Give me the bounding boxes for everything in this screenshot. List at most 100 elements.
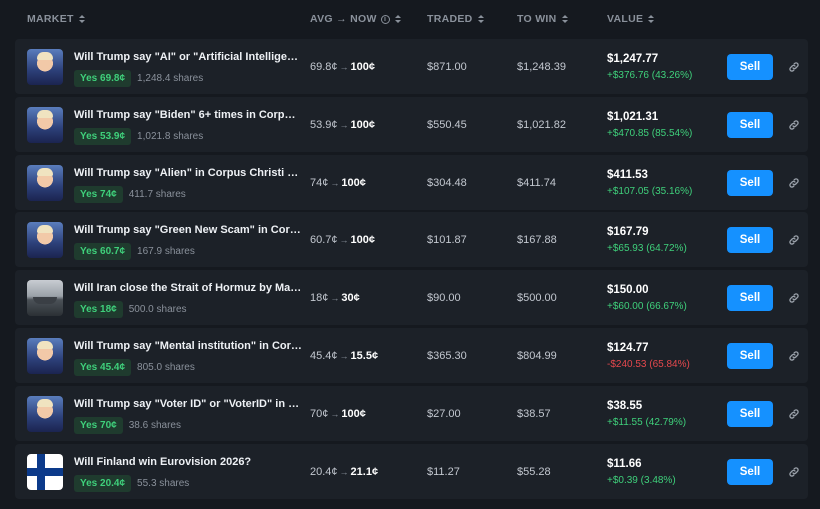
arrow-right-icon: → xyxy=(330,409,340,419)
sell-button[interactable]: Sell xyxy=(727,227,773,253)
share-link-icon[interactable] xyxy=(788,408,800,420)
sell-button[interactable]: Sell xyxy=(727,170,773,196)
avg-price: 70¢ xyxy=(310,408,329,420)
position-row[interactable]: Will Trump say "AI" or "Artificial Intel… xyxy=(15,39,808,94)
position-row[interactable]: Will Finland win Eurovision 2026? Yes 20… xyxy=(15,444,808,499)
market-title[interactable]: Will Trump say "Green New Scam" in Corpu… xyxy=(74,224,302,236)
sell-button[interactable]: Sell xyxy=(727,112,773,138)
share-link-icon[interactable] xyxy=(788,61,800,73)
traded-amount: $101.87 xyxy=(427,234,467,246)
position-row[interactable]: Will Trump say "Alien" in Corpus Christi… xyxy=(15,155,808,210)
avg-price: 45.4¢ xyxy=(310,350,338,362)
sort-icon[interactable] xyxy=(561,14,569,24)
arrow-right-icon: → xyxy=(339,467,349,477)
traded-amount: $871.00 xyxy=(427,61,467,73)
share-link-icon[interactable] xyxy=(788,119,800,131)
position-value: $1,247.77 xyxy=(607,53,659,65)
market-column-header[interactable]: MARKET xyxy=(27,13,86,25)
to-win-amount: $411.74 xyxy=(517,177,556,189)
profit-loss: +$470.85 (85.54%) xyxy=(607,128,693,139)
sell-button[interactable]: Sell xyxy=(727,54,773,80)
position-info: Yes 70¢ 38.6 shares xyxy=(74,417,181,434)
to-win-amount: $38.57 xyxy=(517,408,551,420)
market-title[interactable]: Will Trump say "Biden" 6+ times in Corpu… xyxy=(74,109,302,121)
position-value: $411.53 xyxy=(607,169,648,181)
to-win-amount: $804.99 xyxy=(517,350,557,362)
share-link-icon[interactable] xyxy=(788,350,800,362)
sell-button[interactable]: Sell xyxy=(727,343,773,369)
market-thumbnail xyxy=(27,280,63,316)
position-value: $1,021.31 xyxy=(607,111,659,123)
avg-price: 74¢ xyxy=(310,177,329,189)
to-win-amount: $1,248.39 xyxy=(517,61,566,73)
market-title[interactable]: Will Finland win Eurovision 2026? xyxy=(74,456,302,468)
position-row[interactable]: Will Trump say "Voter ID" or "VoterID" i… xyxy=(15,386,808,441)
traded-column-header[interactable]: TRADED xyxy=(427,13,485,25)
outcome-badge: Yes 70¢ xyxy=(74,417,123,434)
avg-price: 53.9¢ xyxy=(310,119,338,131)
avg-now-price: 53.9¢ → 100¢ xyxy=(310,119,375,131)
outcome-badge: Yes 69.8¢ xyxy=(74,70,132,87)
avg-now-price: 60.7¢ → 100¢ xyxy=(310,234,375,246)
position-info: Yes 74¢ 411.7 shares xyxy=(74,186,186,203)
avg-now-price: 70¢ → 100¢ xyxy=(310,408,366,420)
sell-button[interactable]: Sell xyxy=(727,459,773,485)
outcome-badge: Yes 18¢ xyxy=(74,301,123,318)
info-icon[interactable]: i xyxy=(380,14,390,24)
position-value: $167.79 xyxy=(607,226,649,238)
outcome-badge: Yes 45.4¢ xyxy=(74,359,132,376)
share-link-icon[interactable] xyxy=(788,234,800,246)
sort-icon[interactable] xyxy=(394,14,402,24)
market-title[interactable]: Will Trump say "Mental institution" in C… xyxy=(74,340,302,352)
traded-header-label: TRADED xyxy=(427,13,473,25)
shares-count: 1,021.8 shares xyxy=(137,131,204,142)
profit-loss: +$0.39 (3.48%) xyxy=(607,475,676,486)
shares-count: 805.0 shares xyxy=(137,362,195,373)
outcome-badge: Yes 20.4¢ xyxy=(74,475,132,492)
market-title[interactable]: Will Trump say "AI" or "Artificial Intel… xyxy=(74,51,302,63)
avg-now-price: 69.8¢ → 100¢ xyxy=(310,61,375,73)
avg-price: 60.7¢ xyxy=(310,234,338,246)
position-info: Yes 20.4¢ 55.3 shares xyxy=(74,475,189,492)
share-link-icon[interactable] xyxy=(788,292,800,304)
avg-now-column-header[interactable]: AVG → NOW i xyxy=(310,13,402,25)
market-thumbnail xyxy=(27,454,63,490)
market-title[interactable]: Will Iran close the Strait of Hormuz by … xyxy=(74,282,302,294)
table-header: MARKET AVG → NOW i TRADED TO WIN VALUE xyxy=(0,0,820,38)
current-price: 100¢ xyxy=(341,177,366,189)
market-thumbnail xyxy=(27,107,63,143)
to-win-amount: $55.28 xyxy=(517,466,551,478)
outcome-badge: Yes 74¢ xyxy=(74,186,123,203)
market-thumbnail xyxy=(27,222,63,258)
position-row[interactable]: Will Iran close the Strait of Hormuz by … xyxy=(15,270,808,325)
position-info: Yes 53.9¢ 1,021.8 shares xyxy=(74,128,203,145)
to-win-column-header[interactable]: TO WIN xyxy=(517,13,569,25)
position-row[interactable]: Will Trump say "Green New Scam" in Corpu… xyxy=(15,212,808,267)
position-value: $150.00 xyxy=(607,284,649,296)
value-column-header[interactable]: VALUE xyxy=(607,13,655,25)
sell-button[interactable]: Sell xyxy=(727,401,773,427)
current-price: 30¢ xyxy=(341,292,360,304)
sort-icon[interactable] xyxy=(477,14,485,24)
to-win-amount: $1,021.82 xyxy=(517,119,566,131)
market-header-label: MARKET xyxy=(27,13,74,25)
sell-button[interactable]: Sell xyxy=(727,285,773,311)
traded-amount: $550.45 xyxy=(427,119,467,131)
market-title[interactable]: Will Trump say "Voter ID" or "VoterID" i… xyxy=(74,398,302,410)
sort-icon[interactable] xyxy=(647,14,655,24)
market-thumbnail xyxy=(27,338,63,374)
traded-amount: $90.00 xyxy=(427,292,461,304)
shares-count: 167.9 shares xyxy=(137,246,195,257)
sort-icon[interactable] xyxy=(78,14,86,24)
flag-stripe xyxy=(27,468,63,476)
position-row[interactable]: Will Trump say "Mental institution" in C… xyxy=(15,328,808,383)
profit-loss: +$376.76 (43.26%) xyxy=(607,70,693,81)
current-price: 100¢ xyxy=(350,119,376,131)
position-info: Yes 60.7¢ 167.9 shares xyxy=(74,243,195,260)
share-link-icon[interactable] xyxy=(788,466,800,478)
share-link-icon[interactable] xyxy=(788,177,800,189)
traded-amount: $27.00 xyxy=(427,408,461,420)
market-thumbnail xyxy=(27,165,63,201)
position-row[interactable]: Will Trump say "Biden" 6+ times in Corpu… xyxy=(15,97,808,152)
market-title[interactable]: Will Trump say "Alien" in Corpus Christi… xyxy=(74,167,302,179)
